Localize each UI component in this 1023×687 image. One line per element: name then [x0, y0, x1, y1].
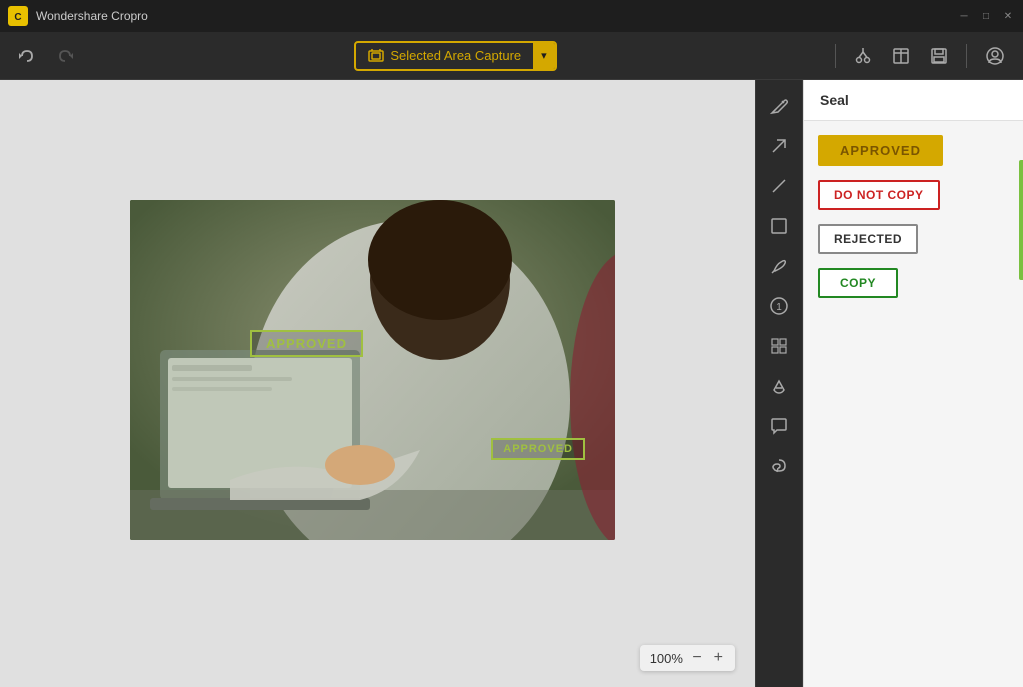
redo-button[interactable]: [50, 43, 80, 69]
canvas-area[interactable]: APPROVED APPROVED 100% − +: [0, 80, 755, 687]
capture-label: Selected Area Capture: [390, 48, 521, 63]
titlebar-controls: ─ □ ✕: [957, 9, 1015, 23]
titlebar: C Wondershare Cropro ─ □ ✕: [0, 0, 1023, 32]
right-panel: Seal APPROVED DO NOT COPY REJECTED COPY: [803, 80, 1023, 687]
zoom-controls: 100% − +: [640, 645, 735, 671]
capture-button-wrapper: Selected Area Capture ▾: [354, 41, 556, 71]
stamp-approved-1: APPROVED: [250, 330, 363, 357]
stamp-approved-2: APPROVED: [491, 438, 585, 460]
panel-content: APPROVED DO NOT COPY REJECTED COPY: [804, 121, 1023, 312]
restore-button[interactable]: □: [979, 9, 993, 23]
seal-rejected-label: REJECTED: [818, 224, 918, 254]
seal-approved-item[interactable]: APPROVED: [816, 133, 1011, 168]
cut-button[interactable]: [848, 43, 878, 69]
zoom-level: 100%: [648, 651, 684, 666]
seal-rejected-item[interactable]: REJECTED: [816, 222, 1011, 256]
canvas-image: APPROVED APPROVED: [130, 200, 615, 540]
window-button[interactable]: [886, 43, 916, 69]
svg-text:C: C: [14, 12, 21, 23]
capture-main-button[interactable]: Selected Area Capture: [356, 43, 533, 69]
account-button[interactable]: [979, 42, 1011, 70]
panel-accent: [1019, 160, 1023, 280]
toolbar: Selected Area Capture ▾: [0, 32, 1023, 80]
seal-copy-item[interactable]: COPY: [816, 266, 1011, 300]
undo-button[interactable]: [12, 43, 42, 69]
main-layout: APPROVED APPROVED 100% − +: [0, 80, 1023, 687]
seal-approved-label: APPROVED: [818, 135, 943, 166]
shape-tool-button[interactable]: [761, 208, 797, 244]
seal-do-not-copy-item[interactable]: DO NOT COPY: [816, 178, 1011, 212]
pen-tool-button[interactable]: [761, 248, 797, 284]
vertical-toolbar: 1: [755, 80, 803, 687]
lasso-tool-button[interactable]: [761, 448, 797, 484]
toolbar-divider: [835, 44, 836, 68]
mosaic-tool-button[interactable]: [761, 328, 797, 364]
app-icon: C: [8, 6, 28, 26]
minimize-button[interactable]: ─: [957, 9, 971, 23]
number-tool-button[interactable]: 1: [761, 288, 797, 324]
speech-tool-button[interactable]: [761, 408, 797, 444]
zoom-in-button[interactable]: +: [710, 649, 727, 667]
panel-title: Seal: [820, 92, 849, 108]
app-title: Wondershare Cropro: [36, 9, 148, 23]
close-button[interactable]: ✕: [1001, 9, 1015, 23]
save-button[interactable]: [924, 43, 954, 69]
toolbar-right-controls: [831, 42, 1011, 70]
paint-tool-button[interactable]: [761, 368, 797, 404]
edit-tool-button[interactable]: [761, 88, 797, 124]
line-tool-button[interactable]: [761, 168, 797, 204]
seal-do-not-copy-label: DO NOT COPY: [818, 180, 940, 210]
zoom-out-button[interactable]: −: [688, 649, 705, 667]
capture-dropdown-button[interactable]: ▾: [533, 43, 555, 69]
svg-text:1: 1: [776, 302, 782, 313]
person-scene: APPROVED APPROVED: [130, 200, 615, 540]
arrow-tool-button[interactable]: [761, 128, 797, 164]
toolbar-divider-2: [966, 44, 967, 68]
panel-header: Seal: [804, 80, 1023, 121]
seal-copy-label: COPY: [818, 268, 898, 298]
